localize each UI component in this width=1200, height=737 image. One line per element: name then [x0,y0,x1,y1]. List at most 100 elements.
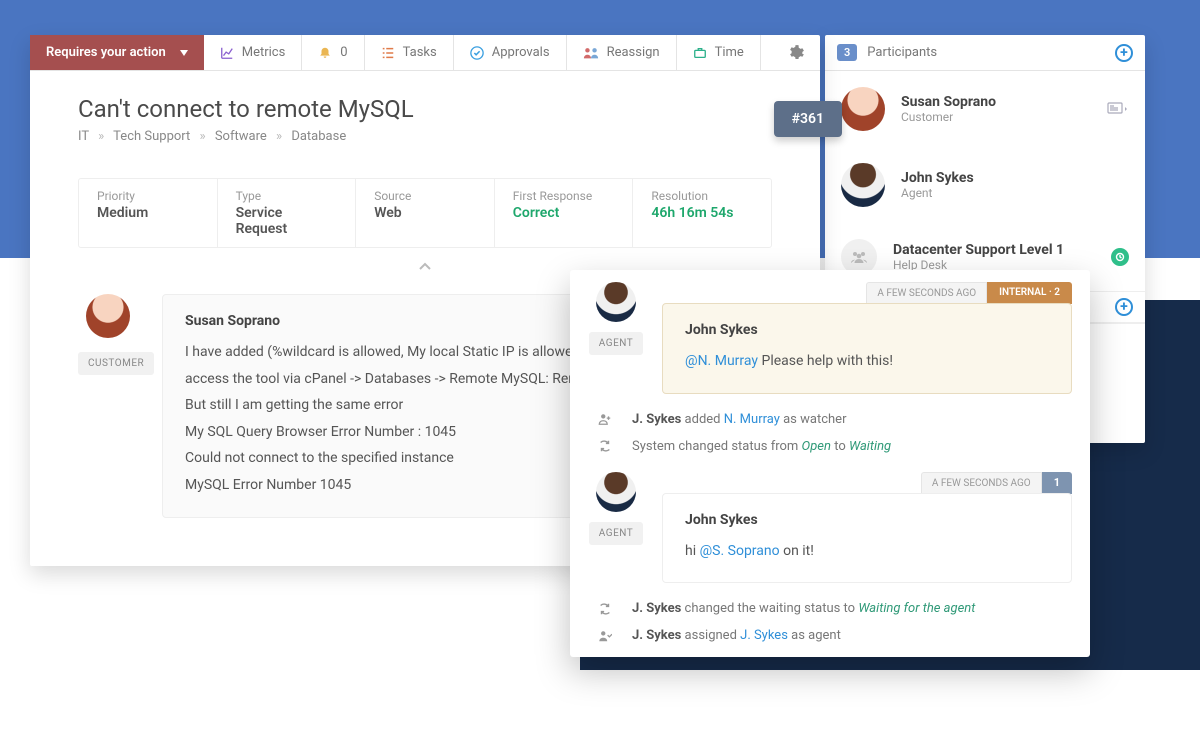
chevron-up-icon [418,261,432,271]
participants-count: 3 [837,44,857,61]
breadcrumb-item[interactable]: Software [215,129,267,144]
notifications-tab[interactable]: 0 [302,35,364,70]
participant-role: Customer [901,110,1091,124]
message-body: John Sykes @N. Murray Please help with t… [662,303,1072,394]
add-user-icon [598,412,612,426]
action-dropdown-label: Requires your action [46,45,166,60]
avatar-column: AGENT [588,282,644,394]
reassign-tab[interactable]: Reassign [567,35,677,70]
tasks-tab[interactable]: Tasks [365,35,454,70]
time-label: A FEW SECONDS AGO [921,472,1042,494]
settings-button[interactable] [772,35,820,70]
event-text: System changed status from Open to Waiti… [632,439,891,454]
event-assigned-agent: J. Sykes assigned J. Sykes as agent [570,622,1090,649]
mention[interactable]: @N. Murray [685,353,758,369]
avatar-column: AGENT [588,472,644,584]
role-badge-agent: AGENT [589,332,643,355]
caret-down-icon [180,45,188,60]
avatar-john [596,282,636,322]
breadcrumb-sep: » [276,129,282,144]
metrics-icon [220,46,234,60]
status-online-icon [1111,248,1129,266]
reassign-label: Reassign [607,45,660,60]
breadcrumb-sep: » [98,129,104,144]
message-body-wrap: A FEW SECONDS AGO INTERNAL · 2 John Syke… [662,282,1072,394]
meta-label: First Response [513,189,615,203]
participant-role: Agent [901,186,1129,200]
card-dropdown-icon[interactable] [1107,101,1129,117]
bell-icon [318,46,332,60]
meta-type: Type Service Request [218,179,357,247]
ticket-header: Can't connect to remote MySQL IT » Tech … [30,71,820,154]
refresh-icon [598,439,612,453]
ticket-meta-row: Priority Medium Type Service Request Sou… [78,178,772,248]
reply-count-badge: 1 [1042,472,1072,494]
breadcrumb-item[interactable]: Tech Support [113,129,190,144]
tasks-icon [381,46,395,60]
refresh-icon [598,602,612,616]
time-tab[interactable]: Time [677,35,761,70]
participant-info: Datacenter Support Level 1 Help Desk [893,242,1095,272]
avatar-column: CUSTOMER [78,294,138,518]
event-added-watcher: J. Sykes added N. Murray as watcher [570,406,1090,433]
participants-title: Participants [867,45,937,60]
meta-value: Web [374,205,476,221]
message-author: John Sykes [685,322,1049,338]
briefcase-icon [693,46,707,60]
metrics-label: Metrics [242,45,286,60]
participant-name: John Sykes [901,170,1129,186]
time-label: Time [715,45,744,60]
meta-source: Source Web [356,179,495,247]
plus-circle-icon: + [1115,44,1133,62]
meta-value: Service Request [236,205,338,237]
event-waiting-status: J. Sykes changed the waiting status to W… [570,595,1090,622]
agent-message-internal: AGENT A FEW SECONDS AGO INTERNAL · 2 Joh… [570,270,1090,406]
breadcrumb-item[interactable]: IT [78,129,89,144]
event-text: J. Sykes changed the waiting status to W… [632,601,975,616]
participants-header: 3 Participants + [825,35,1145,71]
breadcrumb[interactable]: IT » Tech Support » Software » Database [78,129,772,144]
text: Please help with this! [758,353,893,369]
breadcrumb-sep: » [200,129,206,144]
participant-row[interactable]: John Sykes Agent [825,147,1145,223]
approvals-label: Approvals [492,45,550,60]
gear-icon [788,45,804,61]
approvals-tab[interactable]: Approvals [454,35,567,70]
message-body: John Sykes hi @S. Soprano on it! [662,493,1072,584]
agent-message-reply: AGENT A FEW SECONDS AGO 1 John Sykes hi … [570,460,1090,596]
meta-priority: Priority Medium [79,179,218,247]
metrics-tab[interactable]: Metrics [204,35,303,70]
meta-resolution: Resolution 46h 16m 54s [633,179,771,247]
avatar-susan [86,294,130,338]
breadcrumb-item[interactable]: Database [291,129,346,144]
role-badge-customer: CUSTOMER [78,352,154,375]
message-text: hi @S. Soprano on it! [685,538,1049,565]
mention[interactable]: @S. Soprano [700,543,780,559]
meta-label: Source [374,189,476,203]
check-circle-icon [470,46,484,60]
meta-value: 46h 16m 54s [651,205,753,221]
message-tags: A FEW SECONDS AGO INTERNAL · 2 [662,282,1072,304]
action-dropdown[interactable]: Requires your action [30,35,204,70]
meta-value: Correct [513,205,615,221]
reassign-icon [583,46,599,60]
text: hi [685,543,700,559]
avatar-john [841,163,885,207]
message-body-wrap: A FEW SECONDS AGO 1 John Sykes hi @S. So… [662,472,1072,584]
notif-count: 0 [340,45,347,60]
message-tags: A FEW SECONDS AGO 1 [662,472,1072,494]
event-text: J. Sykes added N. Murray as watcher [632,412,846,427]
time-label: A FEW SECONDS AGO [866,282,987,304]
role-badge-agent: AGENT [589,522,643,545]
assign-user-icon [598,629,612,643]
event-text: J. Sykes assigned J. Sykes as agent [632,628,841,643]
meta-value: Medium [97,205,199,221]
participant-info: Susan Soprano Customer [901,94,1091,124]
ticket-toolbar: Requires your action Metrics 0 Tasks App… [30,35,820,71]
event-status-change: System changed status from Open to Waiti… [570,433,1090,460]
text: on it! [780,543,814,559]
add-participant-button[interactable]: + [1115,44,1133,62]
meta-first-response: First Response Correct [495,179,634,247]
participant-row[interactable]: Susan Soprano Customer [825,71,1145,147]
participant-name: Susan Soprano [901,94,1091,110]
